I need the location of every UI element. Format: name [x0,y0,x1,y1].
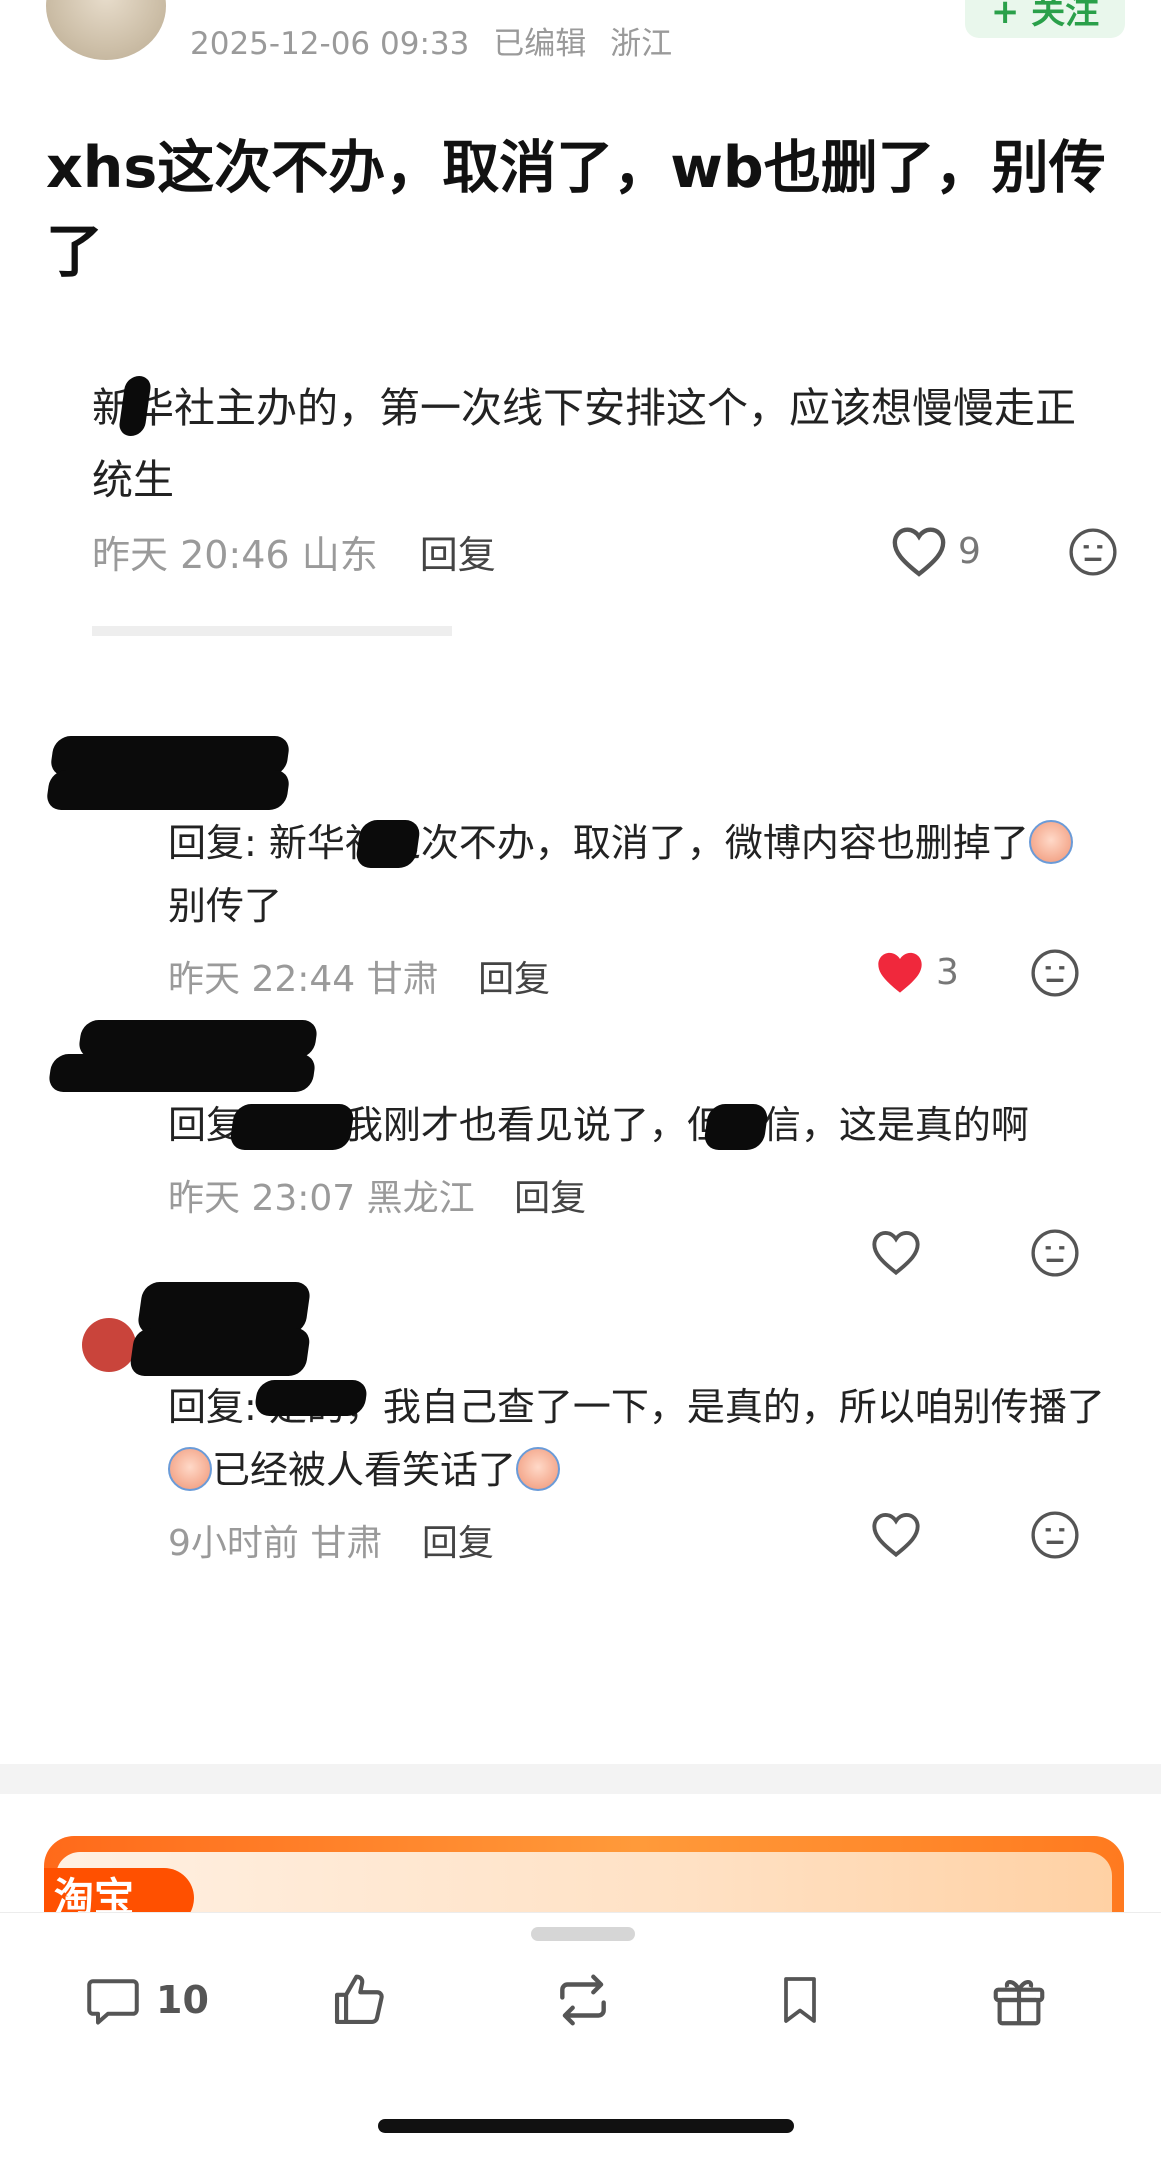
like-button[interactable]: 9 [890,524,981,578]
comment-button[interactable]: 10 [82,1965,209,2035]
thumbs-up-icon [334,1974,384,2025]
reply-meta: 昨天 22:44 甘肃 回复 [168,950,1108,1002]
post-location: 浙江 [610,26,673,62]
bookmark-button[interactable] [772,1965,828,2035]
redaction-mark [702,1104,770,1150]
ad-tag: 淘宝 [44,1868,194,1912]
reply-time: 昨天 22:44 [168,959,356,1000]
post-title: xhs这次不办，取消了，wb也删了，别传了 [46,135,1106,285]
gift-button[interactable] [988,1965,1050,2035]
reply-button[interactable]: 回复 [422,1523,494,1564]
reply-text: 回复: 新华社这次不办，取消了，微博内容也删掉了别传了 [168,812,1108,938]
crying-emoji-icon [516,1447,561,1491]
drag-handle[interactable] [531,1927,635,1941]
truncated-comment [92,626,452,640]
redacted-username [47,1054,317,1092]
heart-icon [872,1230,920,1276]
reply-button[interactable]: 回复 [514,1178,586,1219]
like-count: 3 [936,951,959,993]
post-header: 2025-12-06 09:33 已编辑 浙江 + 关注 [0,0,1161,100]
quoted-comment-time: 昨天 20:46 [92,533,290,577]
reply-location: 黑龙江 [366,1178,475,1219]
edited-label: 已编辑 [493,26,587,62]
crying-emoji-icon [168,1447,212,1491]
quoted-comment-meta: 昨天 20:46 山东 回复 [92,524,496,579]
avatar[interactable] [82,1318,136,1372]
heart-icon [872,1512,920,1558]
crying-emoji-icon [1028,820,1073,864]
reply-meta: 昨天 23:07 黑龙江 回复 [168,1169,1108,1221]
comment-icon [87,1979,139,2025]
post-date: 2025-12-06 09:33 [190,26,470,62]
heart-icon [878,952,922,993]
like-button[interactable]: 3 [874,948,959,996]
quoted-comment-text: 新华社主办的，第一次线下安排这个，应该想慢慢走正统生 [92,384,1076,504]
reply-time: 9小时前 [168,1523,299,1564]
post-meta: 2025-12-06 09:33 已编辑 浙江 [190,18,686,63]
comment-count: 10 [156,1978,209,2022]
reply-meta: 9小时前 甘肃 回复 [168,1514,1108,1566]
bookmark-icon [784,1977,816,2023]
gift-icon [993,1980,1045,2026]
ad-banner[interactable]: 淘宝 [44,1836,1124,1912]
reply-location: 甘肃 [366,959,439,1000]
follow-button[interactable]: + 关注 [965,0,1125,38]
home-indicator [378,2119,794,2133]
section-divider [0,1764,1161,1794]
redaction-mark [228,1104,356,1150]
redaction-mark [253,1380,369,1416]
bottom-toolbar: 10 [0,1912,1161,2162]
like-post-button[interactable] [328,1965,390,2035]
reply-button[interactable]: 回复 [420,533,496,577]
reply-time: 昨天 23:07 [168,1178,356,1219]
redacted-username [45,770,291,810]
repost-icon [560,1974,606,2026]
like-button[interactable] [870,1510,932,1558]
quoted-comment-location: 山东 [301,533,378,577]
ad-banner-body [56,1852,1112,1912]
reply-button[interactable]: 回复 [478,959,550,1000]
emoji-icon[interactable] [1030,948,1080,998]
like-count: 9 [958,530,981,572]
emoji-icon[interactable] [1068,527,1118,577]
emoji-icon[interactable] [1030,1510,1080,1560]
heart-icon [892,527,946,577]
repost-button[interactable] [550,1965,616,2035]
redacted-username [128,1328,312,1376]
redacted-username [77,1020,319,1058]
redaction-mark [354,820,422,868]
like-button[interactable] [870,1228,932,1276]
reply-item: 回复: 新华社这次不办，取消了，微博内容也删掉了别传了 昨天 22:44 甘肃 … [168,812,1108,1002]
reply-location: 甘肃 [310,1523,383,1564]
author-avatar[interactable] [46,0,166,60]
emoji-icon[interactable] [1030,1228,1080,1278]
redacted-username [136,1282,312,1334]
